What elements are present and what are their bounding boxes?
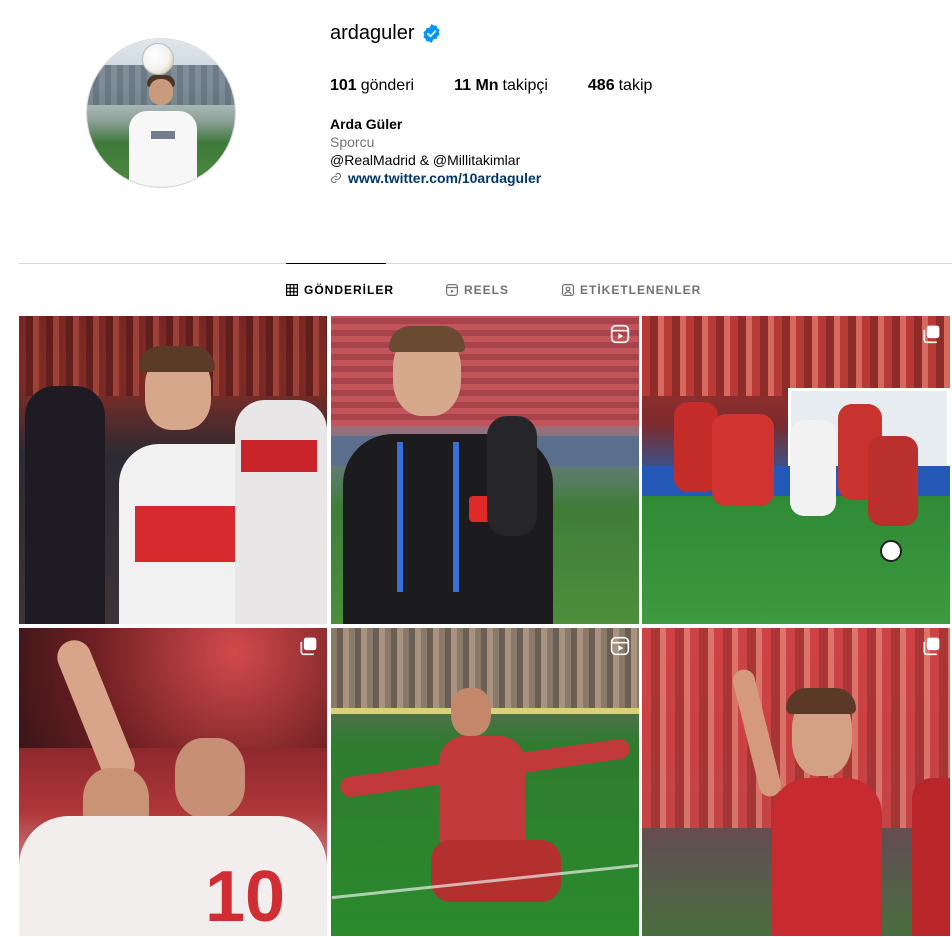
player-face	[451, 688, 491, 736]
carousel-icon	[923, 325, 940, 344]
tab-tagged-label: ETİKETLENENLER	[580, 283, 702, 297]
teammate-jersey	[235, 400, 327, 624]
red-jersey	[772, 778, 882, 936]
player-head	[149, 79, 173, 105]
posts-count: 101	[330, 77, 357, 94]
link-icon	[330, 172, 342, 184]
tab-tagged[interactable]: ETİKETLENENLER	[562, 283, 701, 297]
lanyard-left	[397, 442, 403, 592]
bio-link[interactable]: www.twitter.com/10ardaguler	[330, 169, 541, 187]
post-tile[interactable]	[642, 316, 950, 624]
tab-reels-label: REELS	[464, 283, 510, 297]
posts-stat: 101 gönderi	[330, 77, 414, 95]
bio-link-text: www.twitter.com/10ardaguler	[348, 170, 542, 186]
posts-label: gönderi	[360, 77, 415, 94]
profile-stats: 101 gönderi 11 Mn takipçi 486 takip	[330, 77, 652, 95]
person-dark-jacket	[25, 386, 105, 624]
player-shirt	[129, 111, 197, 187]
staff-member	[487, 416, 537, 536]
jersey-number-art: 10	[205, 857, 286, 936]
crowd-background	[642, 316, 950, 396]
profile-avatar[interactable]	[86, 38, 236, 188]
active-tab-indicator	[286, 263, 386, 264]
followers-stat[interactable]: 11 Mn takipçi	[454, 77, 548, 95]
tagged-icon	[562, 284, 574, 296]
match-ball	[880, 540, 902, 562]
post-tile[interactable]	[331, 316, 639, 624]
red-stadium-seats	[331, 316, 639, 426]
carousel-icon	[923, 637, 940, 656]
bio-text: @RealMadrid & @Millitakimlar	[330, 152, 521, 168]
lanyard-right	[453, 442, 459, 592]
posts-grid: 10	[19, 316, 952, 937]
opponent-player-20	[712, 414, 774, 506]
grid-icon	[286, 284, 298, 296]
reel-icon	[610, 636, 630, 656]
football	[142, 43, 174, 75]
teammate-edge	[912, 778, 950, 936]
reels-icon	[446, 284, 458, 296]
post-tile[interactable]	[331, 628, 639, 936]
profile-bio: Arda Güler Sporcu @RealMadrid & @Millita…	[330, 115, 541, 187]
arda-white-kit	[790, 420, 836, 516]
player-hair	[139, 346, 215, 372]
followers-count: 11 Mn	[454, 77, 499, 94]
tab-posts-label: GÖNDERİLER	[304, 283, 395, 297]
following-count: 486	[587, 77, 615, 94]
player-hair	[786, 688, 856, 714]
following-label: takip	[618, 77, 653, 94]
post-tile[interactable]: 10	[19, 628, 327, 936]
reel-icon	[610, 324, 630, 344]
celebrating-player-face	[175, 738, 245, 818]
avatar-image	[87, 39, 235, 187]
tab-posts[interactable]: GÖNDERİLER	[286, 283, 394, 297]
post-tile[interactable]	[19, 316, 327, 624]
teammate-red-band	[241, 440, 317, 472]
carousel-icon	[300, 637, 317, 656]
profile-full-name: Arda Güler	[330, 116, 403, 132]
profile-username: ardaguler	[330, 22, 415, 44]
followers-label: takipçi	[502, 77, 548, 94]
following-stat[interactable]: 486 takip	[588, 77, 653, 95]
player-hair	[389, 326, 465, 352]
post-tile[interactable]	[642, 628, 950, 936]
verified-badge-icon	[423, 24, 440, 43]
opponent-player	[868, 436, 918, 526]
tabs-divider	[19, 263, 952, 264]
kneeling-legs	[431, 840, 561, 902]
profile-category: Sporcu	[330, 134, 375, 150]
red-jersey	[439, 736, 525, 846]
tab-reels[interactable]: REELS	[446, 283, 509, 297]
